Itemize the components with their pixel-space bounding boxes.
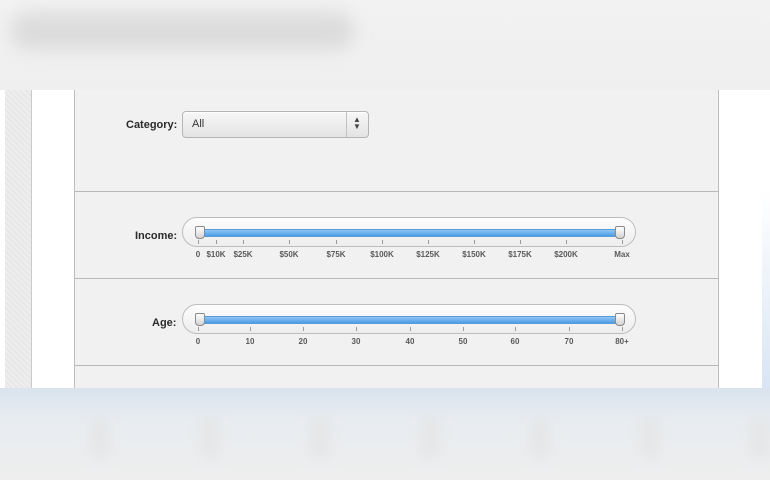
- age-tick-label: 60: [510, 337, 520, 346]
- age-tick-label: 30: [351, 337, 361, 346]
- income-tick-mark: [336, 240, 337, 244]
- age-tick-mark: [198, 327, 199, 331]
- age-tick-mark: [622, 327, 623, 331]
- age-tick-label: 70: [564, 337, 574, 346]
- category-section: Category: All ▲ ▼: [75, 90, 718, 192]
- income-tick-mark: [243, 240, 244, 244]
- income-tick-mark: [198, 240, 199, 244]
- category-label: Category:: [126, 119, 178, 131]
- income-max-handle[interactable]: [615, 226, 625, 239]
- age-tick-label: 20: [298, 337, 308, 346]
- blurred-header: [0, 0, 770, 90]
- select-divider: [346, 112, 347, 137]
- income-tick-label: Max: [614, 250, 630, 259]
- income-tick-mark: [520, 240, 521, 244]
- filter-panel: Category: All ▲ ▼ Income: 0 $10K $25K $50K $7…: [74, 90, 719, 388]
- age-tick-mark: [303, 327, 304, 331]
- age-section: Age: 0 10 20 30 40 50 60 70 80+: [75, 279, 718, 366]
- income-tick-label: $100K: [370, 250, 394, 259]
- income-tick-mark: [566, 240, 567, 244]
- income-tick-mark: [289, 240, 290, 244]
- age-tick-mark: [410, 327, 411, 331]
- right-edge: [762, 190, 770, 388]
- age-tick-mark: [463, 327, 464, 331]
- age-tick-label: 80+: [615, 337, 629, 346]
- age-tick-label: 0: [195, 337, 201, 346]
- income-tick-label: $50K: [279, 250, 299, 259]
- age-tick-mark: [569, 327, 570, 331]
- age-label: Age:: [152, 317, 177, 329]
- income-tick-label: $75K: [326, 250, 346, 259]
- income-tick-label: $200K: [554, 250, 578, 259]
- age-min-handle[interactable]: [195, 313, 205, 326]
- income-tick-mark: [622, 240, 623, 244]
- income-min-handle[interactable]: [195, 226, 205, 239]
- income-tick-label: $125K: [416, 250, 440, 259]
- age-tick-mark: [356, 327, 357, 331]
- age-tick-mark: [515, 327, 516, 331]
- blurred-header-text: [10, 12, 355, 50]
- left-gutter: [32, 90, 74, 388]
- filter-window: Category: All ▲ ▼ Income: 0 $10K $25K $50K $7…: [0, 90, 770, 388]
- income-label: Income:: [135, 230, 178, 242]
- age-tick-label: 10: [245, 337, 255, 346]
- age-tick-label: 50: [458, 337, 468, 346]
- up-down-arrows-icon: ▲ ▼: [353, 115, 361, 131]
- income-tick-label: $150K: [462, 250, 486, 259]
- income-tick-label: 0: [195, 250, 201, 259]
- income-tick-label: $25K: [233, 250, 253, 259]
- blurred-footer: [0, 388, 770, 480]
- income-tick-label: $175K: [508, 250, 532, 259]
- income-tick-label: $10K: [206, 250, 226, 259]
- income-tick-mark: [216, 240, 217, 244]
- category-select[interactable]: All ▲ ▼: [182, 111, 369, 138]
- income-section: Income: 0 $10K $25K $50K $75K $100K $125K $150K…: [75, 192, 718, 279]
- income-slider-fill: [197, 229, 621, 237]
- age-slider-fill: [197, 316, 621, 324]
- income-tick-mark: [474, 240, 475, 244]
- sidebar-texture: [5, 90, 32, 388]
- category-select-value: All: [192, 118, 205, 130]
- age-tick-mark: [250, 327, 251, 331]
- age-tick-label: 40: [405, 337, 415, 346]
- income-slider[interactable]: [182, 217, 636, 247]
- income-tick-mark: [382, 240, 383, 244]
- income-tick-mark: [428, 240, 429, 244]
- age-max-handle[interactable]: [615, 313, 625, 326]
